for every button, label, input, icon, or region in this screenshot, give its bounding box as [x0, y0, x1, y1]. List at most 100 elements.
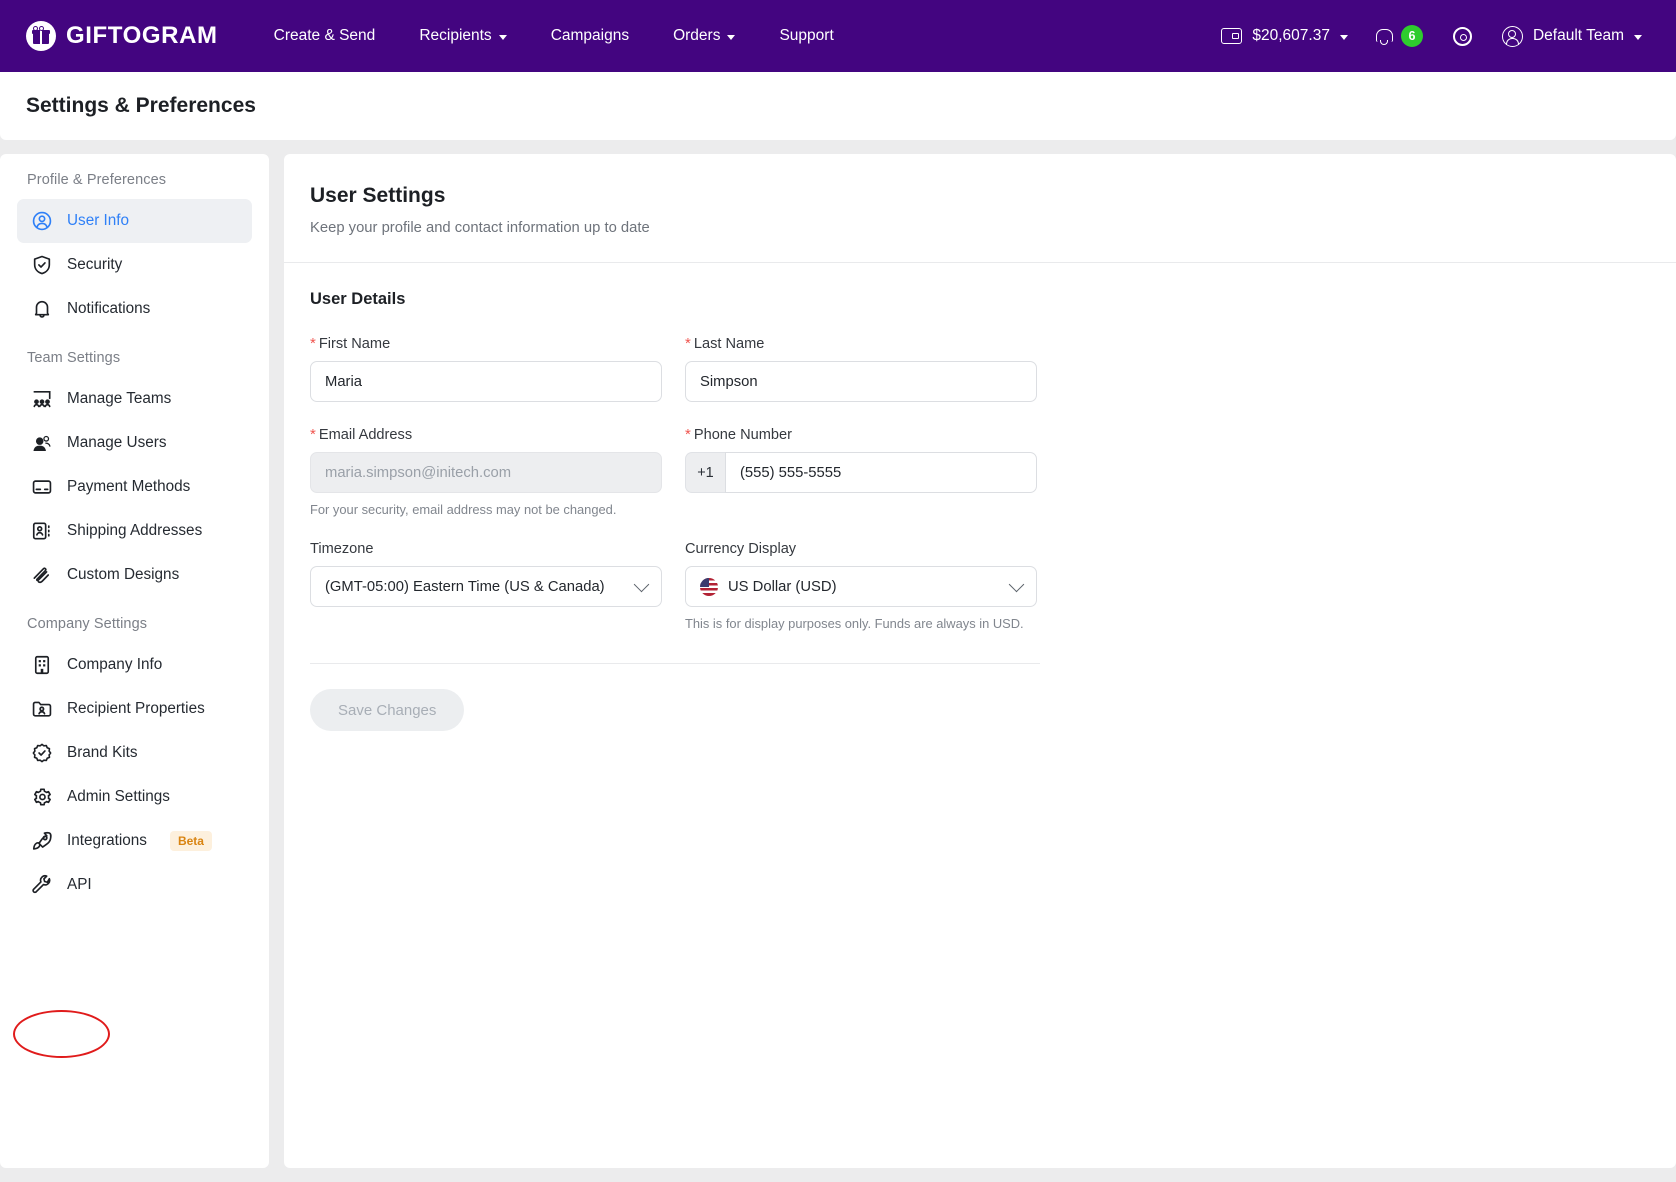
section-title: User Details: [310, 290, 406, 308]
chevron-down-icon: [633, 576, 650, 592]
currency-value: US Dollar (USD): [728, 578, 837, 595]
required-asterisk: *: [685, 335, 691, 352]
timezone-value: (GMT-05:00) Eastern Time (US & Canada): [325, 578, 605, 595]
scribble-icon: [33, 567, 50, 584]
currency-value-wrap: US Dollar (USD): [700, 577, 1011, 596]
label-text: Email Address: [318, 427, 413, 443]
sidebar-item-security[interactable]: Security: [17, 243, 252, 287]
settings-button[interactable]: [1437, 21, 1488, 52]
timezone-label: Timezone: [310, 541, 662, 557]
email-helper-text: For your security, email address may not…: [310, 502, 617, 517]
timezone-select[interactable]: (GMT-05:00) Eastern Time (US & Canada): [310, 566, 662, 607]
sidebar-group-label-team: Team Settings: [27, 350, 121, 366]
phone-input-group: +1 (555) 555-5555: [685, 452, 1037, 493]
field-first-name: * First Name Maria: [310, 335, 662, 402]
sidebar-item-label: Admin Settings: [67, 788, 170, 805]
sidebar-group-label-profile: Profile & Preferences: [27, 172, 167, 188]
phone-country-prefix[interactable]: +1: [685, 452, 725, 493]
sidebar-item-notifications[interactable]: Notifications: [17, 287, 252, 331]
users-icon: [33, 435, 51, 451]
form-divider: [310, 663, 1040, 664]
sidebar-item-payment-methods[interactable]: Payment Methods: [17, 465, 252, 509]
sidebar-item-manage-teams[interactable]: Manage Teams: [17, 377, 252, 421]
sidebar-item-manage-users[interactable]: Manage Users: [17, 421, 252, 465]
folder-user-icon: [32, 701, 52, 717]
us-flag-icon: [700, 577, 718, 596]
page-body: Profile & Preferences User Info Security…: [0, 140, 1676, 1168]
wallet-balance-button[interactable]: $20,607.37: [1207, 21, 1362, 51]
nav-link-support[interactable]: Support: [757, 19, 855, 53]
currency-helper-text: This is for display purposes only. Funds…: [685, 616, 1024, 631]
nav-link-orders[interactable]: Orders: [651, 19, 757, 53]
label-text: First Name: [318, 336, 391, 352]
sidebar-item-label: Payment Methods: [67, 478, 191, 495]
user-settings-panel: User Settings Keep your profile and cont…: [284, 154, 1676, 1168]
sidebar-item-api[interactable]: API: [17, 863, 252, 907]
api-annotation-ellipse: [13, 1010, 110, 1058]
notifications-button[interactable]: 6: [1362, 19, 1437, 53]
bell-icon: [1375, 28, 1393, 45]
sidebar-item-label: API: [67, 876, 92, 893]
last-name-input[interactable]: Simpson: [685, 361, 1037, 402]
wallet-icon: [1221, 28, 1243, 44]
beta-badge: Beta: [169, 831, 212, 851]
chevron-down-icon: [1008, 576, 1025, 592]
sidebar-item-custom-designs[interactable]: Custom Designs: [17, 553, 252, 597]
brand-name: GIFTOGRAM: [66, 22, 218, 49]
bell-icon: [34, 300, 50, 318]
chevron-down-icon: [1634, 34, 1642, 40]
sidebar-item-integrations[interactable]: Integrations Beta: [17, 819, 252, 863]
field-timezone: Timezone (GMT-05:00) Eastern Time (US & …: [310, 541, 662, 631]
primary-nav-links: Create & Send Recipients Campaigns Order…: [252, 19, 856, 53]
sidebar-item-label: Custom Designs: [67, 566, 180, 583]
sidebar-item-brand-kits[interactable]: Brand Kits: [17, 731, 252, 775]
sidebar-item-shipping-addresses[interactable]: Shipping Addresses: [17, 509, 252, 553]
sidebar-item-label: Company Info: [67, 656, 163, 673]
required-asterisk: *: [310, 335, 316, 352]
last-name-label: * Last Name: [685, 335, 1037, 352]
nav-link-campaigns[interactable]: Campaigns: [529, 19, 651, 53]
page-title: Settings & Preferences: [26, 94, 256, 117]
label-text: Last Name: [693, 336, 765, 352]
sidebar-item-label: Shipping Addresses: [67, 522, 203, 539]
label-text: Currency Display: [685, 541, 797, 557]
sidebar-item-admin-settings[interactable]: Admin Settings: [17, 775, 252, 819]
field-currency-display: Currency Display US Dollar (USD) This is…: [685, 541, 1037, 631]
wrench-icon: [32, 874, 51, 894]
label-text: Phone Number: [693, 427, 793, 443]
nav-link-label: Create & Send: [273, 27, 376, 44]
sidebar-item-user-info[interactable]: User Info: [17, 199, 252, 243]
sidebar-item-label: Notifications: [67, 300, 151, 317]
nav-link-label: Recipients: [419, 27, 492, 44]
sidebar-item-label: Integrations: [67, 832, 147, 849]
notification-count-badge: 6: [1400, 25, 1423, 47]
sidebar-item-company-info[interactable]: Company Info: [17, 643, 252, 687]
required-asterisk: *: [310, 426, 316, 443]
label-text: Timezone: [310, 541, 374, 557]
first-name-input[interactable]: Maria: [310, 361, 662, 402]
first-name-label: * First Name: [310, 335, 662, 352]
sidebar-item-label: Manage Users: [67, 434, 167, 451]
nav-link-recipients[interactable]: Recipients: [397, 19, 528, 53]
team-switcher-button[interactable]: Default Team: [1488, 20, 1652, 53]
sidebar-item-recipient-properties[interactable]: Recipient Properties: [17, 687, 252, 731]
phone-number-input[interactable]: (555) 555-5555: [725, 452, 1037, 493]
user-details-form: * First Name Maria * Last Name Simpson *…: [310, 335, 1040, 635]
panel-subtitle: Keep your profile and contact informatio…: [310, 220, 650, 236]
currency-select[interactable]: US Dollar (USD): [685, 566, 1037, 607]
shield-check-icon: [33, 255, 51, 275]
wallet-balance-amount: $20,607.37: [1252, 27, 1330, 44]
chevron-down-icon: [1339, 34, 1348, 40]
nav-link-create-send[interactable]: Create & Send: [252, 19, 398, 53]
sidebar-item-label: User Info: [67, 212, 130, 229]
avatar-icon: [1501, 25, 1523, 47]
save-changes-button[interactable]: Save Changes: [310, 689, 465, 731]
phone-label: * Phone Number: [685, 426, 1037, 443]
user-circle-icon: [32, 211, 52, 231]
user-details-section: User Details * First Name Maria * Last N…: [284, 263, 1676, 731]
sidebar-item-label: Recipient Properties: [67, 700, 205, 717]
field-phone-number: * Phone Number +1 (555) 555-5555: [685, 426, 1037, 517]
brand-logo[interactable]: GIFTOGRAM: [26, 21, 218, 51]
currency-label: Currency Display: [685, 541, 1037, 557]
page-title-bar: Settings & Preferences: [0, 72, 1676, 140]
